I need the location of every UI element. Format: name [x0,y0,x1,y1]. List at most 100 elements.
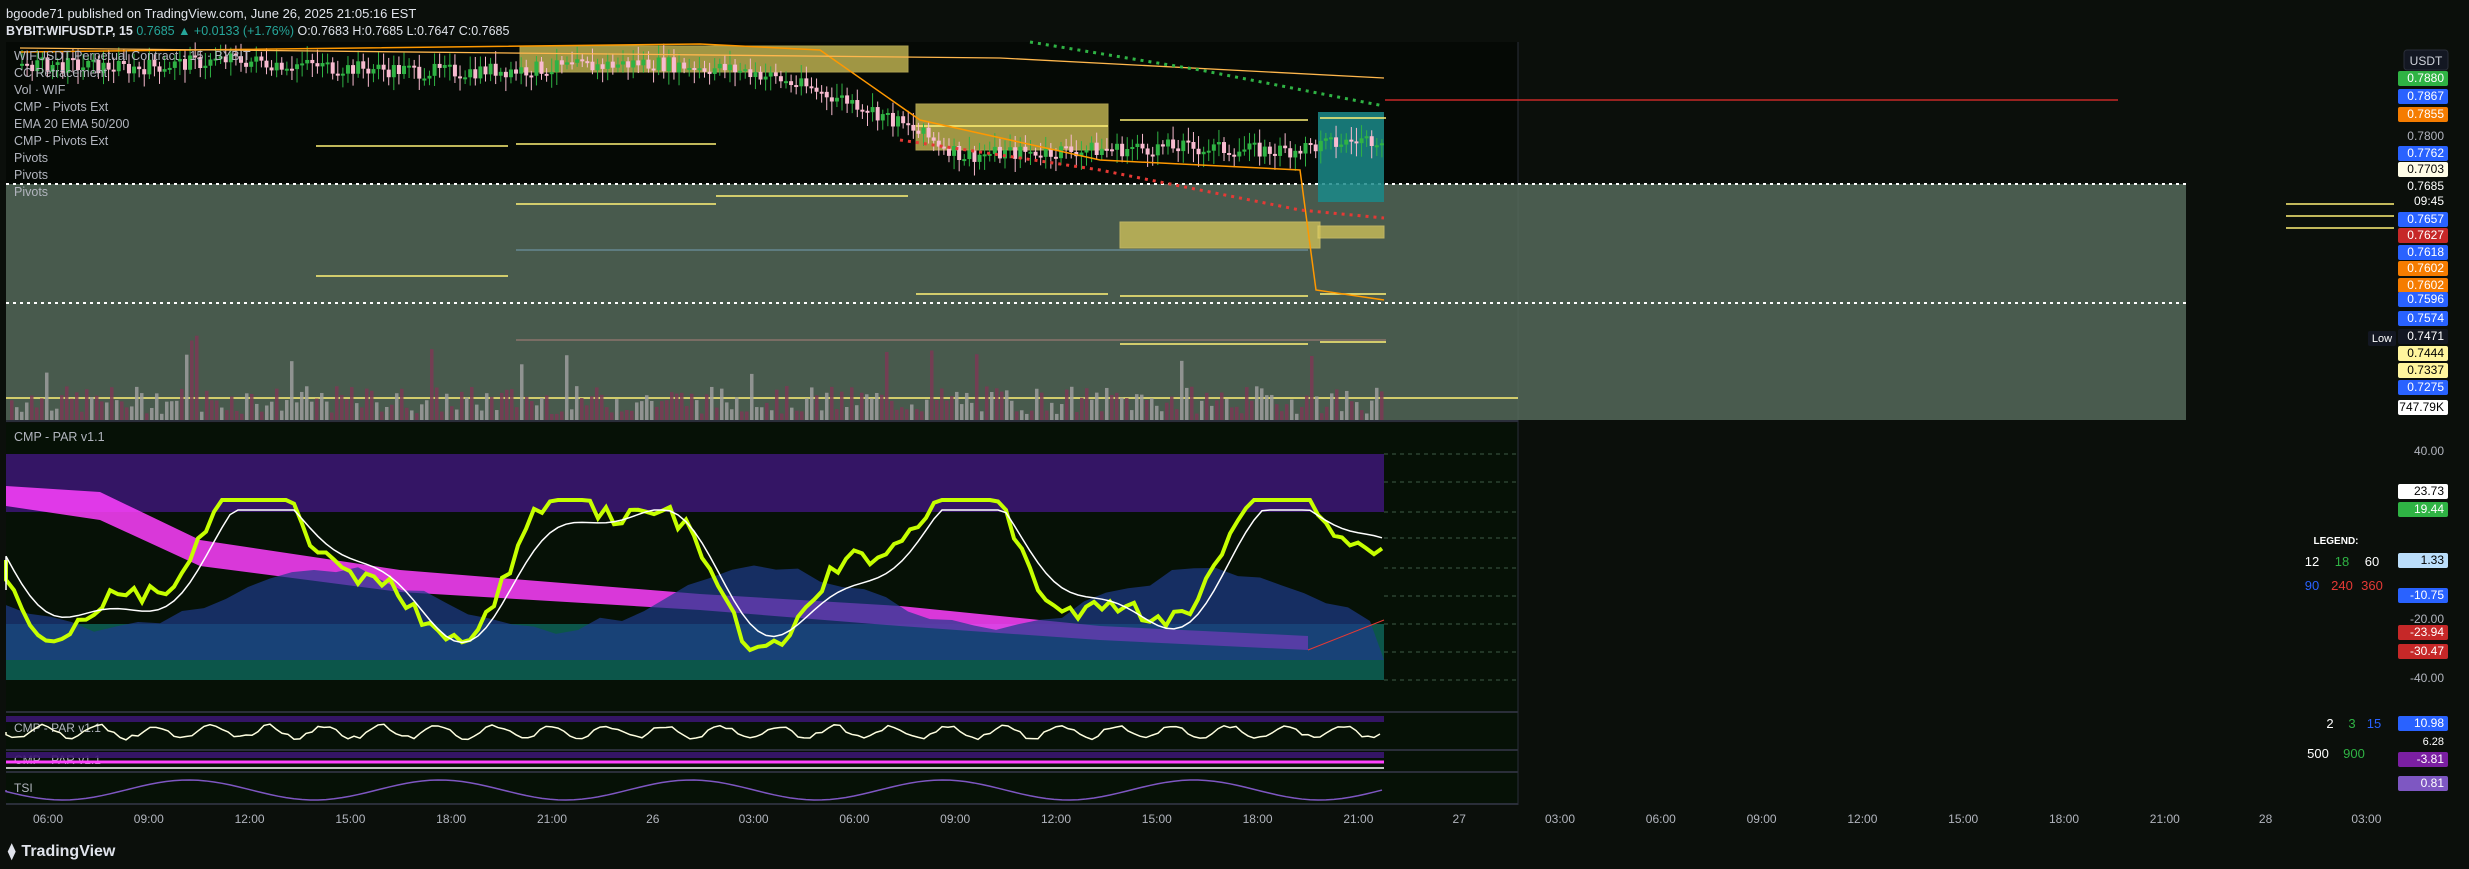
volume-bar [1015,411,1019,420]
volume-bar [1170,396,1174,420]
volume-bar [845,407,849,420]
candle-body [605,61,610,69]
candle-body [1013,147,1018,159]
volume-bar [1375,387,1379,420]
volume-bar [335,386,339,420]
candle-body [671,57,676,73]
volume-bar [520,364,524,420]
candle-body [1293,150,1298,158]
small1-legend-value: 15 [2367,716,2381,731]
candle-body [330,62,335,74]
candle-body [1308,143,1313,146]
candle-body [1344,139,1349,145]
osc-legend-value: 18 [2335,554,2349,569]
volume-bar [210,400,214,420]
volume-bar [1130,410,1134,420]
volume-bar [460,391,464,420]
candle-body [661,57,666,72]
volume-bar [1380,391,1384,420]
volume-bar [585,405,589,420]
tradingview-brand[interactable]: ⧫ TradingView [8,842,115,861]
volume-bar [715,407,719,420]
candle-body [865,110,870,113]
candle-body [244,62,249,67]
volume-bar [1045,410,1049,420]
candle-body [982,154,987,157]
osc-legend-title: LEGEND: [2314,536,2359,547]
candle-body [997,146,1002,159]
volume-bar [260,411,264,420]
candle-body [432,63,437,76]
candle-body [646,59,651,69]
candle-body [600,64,605,69]
volume-bar [530,401,534,420]
chart-canvas[interactable]: WIFUSDT Perpetual Contract · 15 · BYBIT C… [0,0,2469,869]
volume-bar [885,351,889,420]
volume-bar [405,407,409,420]
volume-bar [995,388,999,420]
main-legend-item: Pivots [14,185,48,199]
volume-bar [1250,400,1254,420]
volume-bar [640,401,644,420]
volume-bar [105,402,109,420]
volume-bar [565,355,569,420]
volume-bar [340,395,344,420]
candle-body [880,114,885,121]
candle-body [310,59,315,64]
time-axis-label: 26 [646,812,660,826]
candle-body [595,64,600,71]
price-axis-label: 0.7855 [2407,107,2444,121]
time-axis-label: 09:00 [940,812,970,826]
candle-body [376,64,381,70]
volume-bar [625,409,629,420]
candle-body [386,69,391,78]
candle-body [483,66,488,75]
candle-body [1150,154,1155,157]
candle-body [641,59,646,66]
volume-bar [1315,396,1319,420]
volume-bar [470,387,474,420]
volume-bar [1240,413,1244,420]
volume-bar [615,399,619,420]
price-axis-label: 747.79K [2399,400,2444,414]
candle-body [1186,140,1191,143]
candle-body [1354,141,1359,144]
volume-bar [870,398,874,420]
price-axis-label: 0.7627 [2407,228,2444,242]
volume-bar [650,400,654,420]
candle-body [692,67,697,71]
volume-bar [660,401,664,420]
candle-body [1334,137,1339,147]
candle-body [875,107,880,121]
volume-bar [610,412,614,420]
volume-bar [1175,409,1179,420]
candle-body [1272,153,1277,156]
candle-body [126,63,131,74]
candle-body [722,63,727,71]
volume-bar [505,389,509,420]
volume-bar [95,395,99,420]
candle-body [371,69,376,74]
volume-bar [1195,413,1199,420]
candle-body [687,67,692,70]
volume-bar [445,393,449,420]
candle-body [580,59,585,62]
main-legend-item: CMP - Pivots Ext [14,100,109,114]
candle-body [1089,142,1094,151]
candle-body [412,65,417,68]
price-axis-label: 0.7657 [2407,212,2444,226]
candle-body [554,60,559,72]
candle-body [132,66,137,74]
volume-bar [85,389,89,420]
volume-bar [1345,390,1349,420]
candle-body [1033,151,1038,156]
volume-bar [320,392,324,420]
volume-bar [1280,411,1284,420]
osc-axis-label: 23.73 [2414,484,2444,498]
candle-body [906,123,911,126]
candle-body [1237,151,1242,157]
candle-body [753,71,758,78]
candle-body [356,61,361,74]
volume-bar [990,391,994,420]
osc-legend-value: 60 [2365,554,2379,569]
